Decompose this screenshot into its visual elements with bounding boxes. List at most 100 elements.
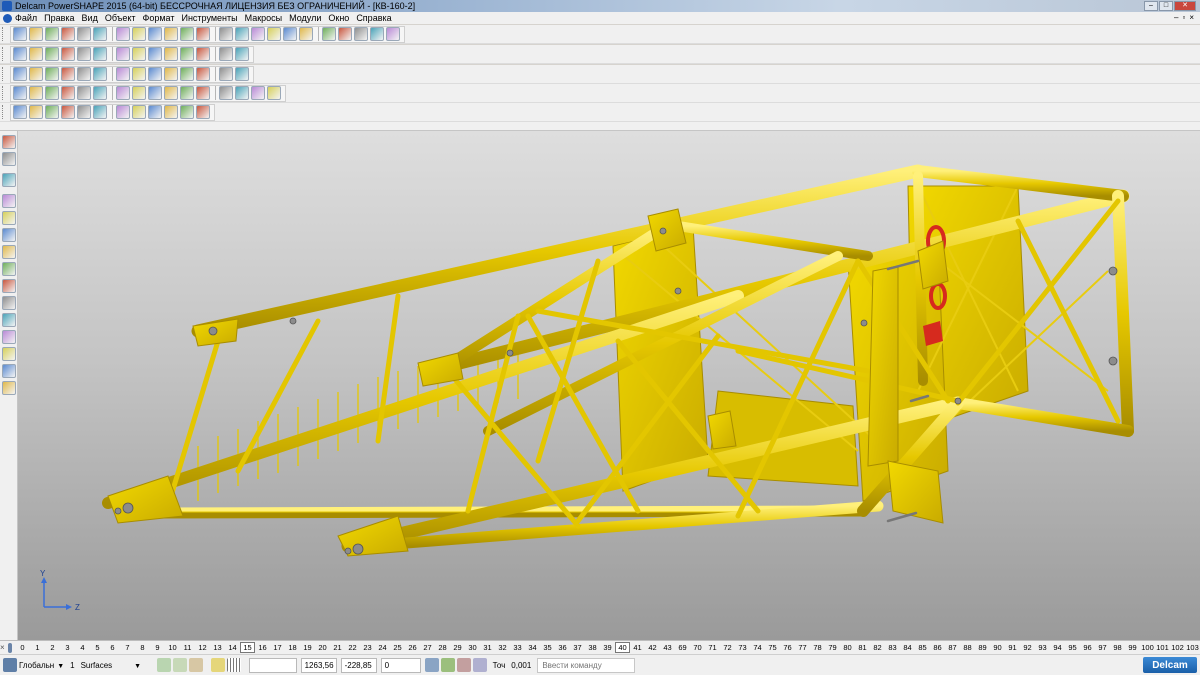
snap-point-icon[interactable] xyxy=(188,658,203,672)
level-button[interactable]: 16 xyxy=(255,643,270,652)
tree-icon[interactable] xyxy=(164,105,178,119)
tool-left-icon[interactable] xyxy=(1,279,16,293)
cube-gray-icon[interactable] xyxy=(77,86,91,100)
green-sphere-icon[interactable] xyxy=(93,67,107,81)
level-button[interactable]: 39 xyxy=(600,643,615,652)
level-button[interactable]: 89 xyxy=(975,643,990,652)
close-button[interactable]: ✕ xyxy=(1174,1,1196,11)
curve-icon[interactable] xyxy=(267,27,281,41)
save-as-icon[interactable] xyxy=(61,27,75,41)
coord-y-field[interactable]: -228,85 xyxy=(340,657,377,673)
level-button[interactable]: 40 xyxy=(615,642,630,653)
snap-grid-icon[interactable] xyxy=(172,658,187,672)
level-bar-close-icon[interactable]: × xyxy=(0,643,5,652)
redo-icon[interactable] xyxy=(196,27,210,41)
solid-icon[interactable] xyxy=(45,105,59,119)
render-left-icon[interactable] xyxy=(1,364,16,378)
level-button[interactable]: 100 xyxy=(1140,643,1155,652)
mdi-close-button[interactable]: × xyxy=(1189,13,1194,22)
maximize-button[interactable]: □ xyxy=(1159,1,1173,11)
boolean-icon[interactable] xyxy=(235,86,249,100)
layers-icon[interactable] xyxy=(370,27,384,41)
menu-modules[interactable]: Модули xyxy=(289,13,321,23)
level-button[interactable]: 71 xyxy=(705,643,720,652)
zoom-fit-icon[interactable] xyxy=(93,47,107,61)
paste-icon[interactable] xyxy=(132,27,146,41)
level-button[interactable]: 85 xyxy=(915,643,930,652)
menu-tools[interactable]: Инструменты xyxy=(181,13,237,23)
level-button[interactable]: 10 xyxy=(165,643,180,652)
shaded-icon[interactable] xyxy=(61,67,75,81)
pocket-icon[interactable] xyxy=(93,105,107,119)
cylinder-icon[interactable] xyxy=(93,86,107,100)
level-button[interactable]: 81 xyxy=(855,643,870,652)
level-button[interactable]: 101 xyxy=(1155,643,1170,652)
calculator-icon[interactable] xyxy=(424,658,439,672)
menu-edit[interactable]: Правка xyxy=(44,13,74,23)
arrow-left-icon[interactable] xyxy=(1,381,16,395)
view-front-icon[interactable] xyxy=(29,47,43,61)
assembly-left-icon[interactable] xyxy=(1,296,16,310)
gallery-icon[interactable] xyxy=(196,67,210,81)
surface-icon[interactable] xyxy=(338,27,352,41)
wire-left-icon[interactable] xyxy=(1,313,16,327)
cube-yellow-icon[interactable] xyxy=(61,105,75,119)
mdi-restore-button[interactable]: ▫ xyxy=(1182,13,1185,22)
frame-icon[interactable] xyxy=(219,67,233,81)
level-button[interactable]: 17 xyxy=(270,643,285,652)
measure-icon[interactable] xyxy=(219,27,233,41)
shell-icon[interactable] xyxy=(219,86,233,100)
level-button[interactable]: 69 xyxy=(675,643,690,652)
level-button[interactable]: 72 xyxy=(720,643,735,652)
tolerance-value[interactable]: 0,001 xyxy=(511,661,531,670)
measure-solid-icon[interactable] xyxy=(132,105,146,119)
arrow-back-icon[interactable] xyxy=(29,86,43,100)
level-button[interactable]: 33 xyxy=(510,643,525,652)
play-icon[interactable] xyxy=(116,67,130,81)
level-button[interactable]: 25 xyxy=(390,643,405,652)
wand-icon[interactable] xyxy=(386,27,400,41)
level-button[interactable]: 92 xyxy=(1020,643,1035,652)
level-button[interactable]: 8 xyxy=(135,643,150,652)
graphics-viewport[interactable]: Y Z xyxy=(18,131,1200,640)
command-input[interactable] xyxy=(537,657,636,673)
level-button[interactable]: 43 xyxy=(660,643,675,652)
save-icon[interactable] xyxy=(45,27,59,41)
truss-model[interactable]: Y Z xyxy=(18,131,1200,640)
view-iso-icon[interactable] xyxy=(45,47,59,61)
calculator-icon[interactable] xyxy=(13,67,27,81)
level-button[interactable]: 6 xyxy=(105,643,120,652)
level-button[interactable]: 94 xyxy=(1050,643,1065,652)
toolbar-grip[interactable] xyxy=(2,47,7,61)
extrude-icon[interactable] xyxy=(148,86,162,100)
view-top-icon[interactable] xyxy=(61,47,75,61)
level-button[interactable]: 95 xyxy=(1065,643,1080,652)
coord-x-field[interactable]: 1263,56 xyxy=(300,657,337,673)
lightbulb-icon[interactable] xyxy=(235,47,249,61)
level-button[interactable]: 91 xyxy=(1005,643,1020,652)
doc-icon[interactable] xyxy=(29,67,43,81)
cut-icon[interactable] xyxy=(93,27,107,41)
revolve-icon[interactable] xyxy=(164,86,178,100)
cube-icon[interactable] xyxy=(148,67,162,81)
level-button[interactable]: 80 xyxy=(840,643,855,652)
menu-macros[interactable]: Макросы xyxy=(245,13,283,23)
split-icon[interactable] xyxy=(267,86,281,100)
level-button[interactable]: 3 xyxy=(60,643,75,652)
level-button[interactable]: 21 xyxy=(330,643,345,652)
level-button[interactable]: 73 xyxy=(735,643,750,652)
level-button[interactable]: 88 xyxy=(960,643,975,652)
settings-icon[interactable] xyxy=(210,658,225,672)
level-button[interactable]: 20 xyxy=(315,643,330,652)
level-button[interactable]: 87 xyxy=(945,643,960,652)
view-side-icon[interactable] xyxy=(77,47,91,61)
eraser-icon[interactable] xyxy=(148,27,162,41)
level-button[interactable]: 78 xyxy=(810,643,825,652)
find-icon[interactable] xyxy=(235,27,249,41)
level-button[interactable]: 42 xyxy=(645,643,660,652)
pointer-icon[interactable] xyxy=(1,135,16,149)
level-button[interactable]: 18 xyxy=(285,643,300,652)
puzzle-icon[interactable] xyxy=(235,67,249,81)
gear-icon[interactable] xyxy=(180,105,194,119)
level-button[interactable]: 34 xyxy=(525,643,540,652)
